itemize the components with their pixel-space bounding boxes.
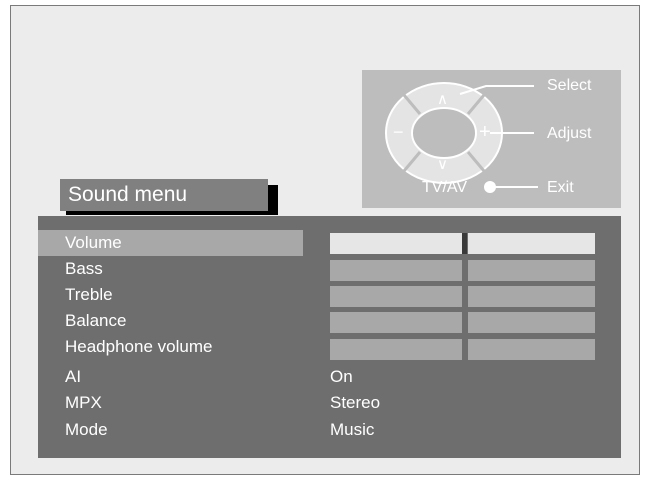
menu-title: Sound menu — [60, 179, 268, 211]
balance-level-bar[interactable] — [330, 312, 595, 333]
mpx-value[interactable]: Stereo — [330, 390, 380, 416]
minus-icon: − — [393, 122, 404, 142]
volume-level-bar[interactable] — [330, 233, 595, 254]
up-arrow-icon: ∧ — [437, 91, 448, 108]
exit-label: Exit — [547, 179, 574, 196]
bar-left-segment — [330, 233, 462, 254]
bar-right-segment — [468, 312, 595, 333]
ai-value[interactable]: On — [330, 364, 353, 390]
menu-item-bass[interactable]: Bass — [38, 256, 303, 282]
bass-level-bar[interactable] — [330, 260, 595, 281]
dpad-center — [411, 107, 477, 159]
sound-menu-panel: Volume Bass Treble Balance Headphone vol… — [38, 216, 621, 458]
down-arrow-icon: ∨ — [437, 156, 448, 173]
treble-level-bar[interactable] — [330, 286, 595, 307]
menu-item-mode[interactable]: Mode — [38, 417, 303, 443]
menu-item-headphone-volume[interactable]: Headphone volume — [38, 334, 303, 360]
bar-left-segment — [330, 260, 462, 281]
remote-hint-panel: ∧ ∨ − + Select Adjust TV/AV Exit — [362, 70, 621, 208]
plus-icon: + — [479, 121, 491, 143]
bar-left-segment — [330, 312, 462, 333]
menu-item-balance[interactable]: Balance — [38, 308, 303, 334]
menu-item-volume[interactable]: Volume — [38, 230, 303, 256]
bar-left-segment — [330, 339, 462, 360]
adjust-label: Adjust — [547, 125, 592, 142]
menu-item-mpx[interactable]: MPX — [38, 390, 303, 416]
bar-right-segment — [468, 233, 595, 254]
bar-left-segment — [330, 286, 462, 307]
mode-value[interactable]: Music — [330, 417, 374, 443]
bar-right-segment — [468, 339, 595, 360]
select-label: Select — [547, 77, 592, 94]
tvav-label: TV/AV — [422, 179, 468, 196]
menu-item-ai[interactable]: AI — [38, 364, 303, 390]
bar-right-segment — [468, 260, 595, 281]
bar-right-segment — [468, 286, 595, 307]
menu-item-treble[interactable]: Treble — [38, 282, 303, 308]
headphone-volume-level-bar[interactable] — [330, 339, 595, 360]
level-marker — [462, 233, 467, 254]
